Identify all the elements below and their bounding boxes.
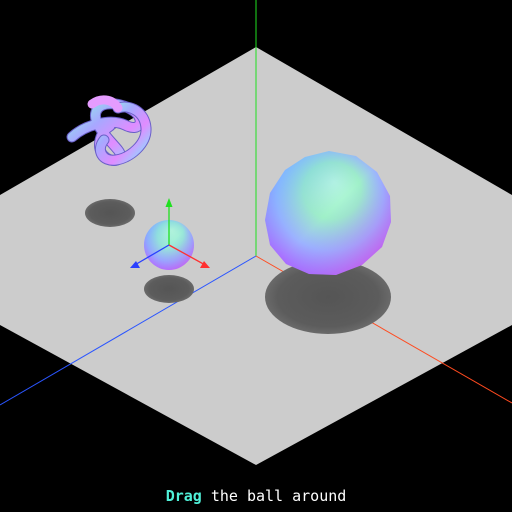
3d-viewport[interactable] — [0, 0, 512, 512]
draggable-ball-shadow — [144, 275, 194, 303]
info-text: the ball around — [201, 487, 347, 505]
torus-knot-shadow — [85, 199, 135, 227]
info-caption: Drag the ball around — [0, 486, 512, 506]
info-highlight: Drag — [165, 487, 202, 505]
